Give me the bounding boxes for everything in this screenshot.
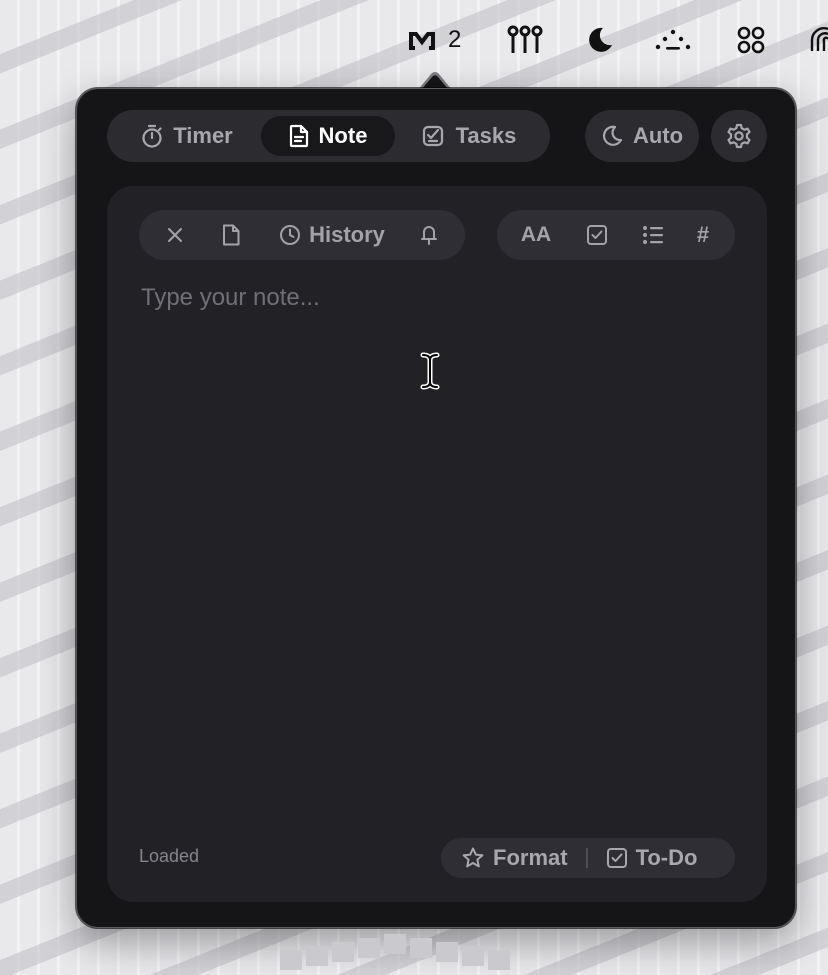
checkbox-icon bbox=[587, 225, 607, 245]
moon-icon bbox=[602, 125, 623, 146]
heading-button[interactable]: # bbox=[689, 210, 717, 260]
text-size-button[interactable]: AA bbox=[515, 210, 557, 260]
fingerprint-icon bbox=[810, 27, 828, 51]
insert-checkbox-button[interactable] bbox=[581, 210, 613, 260]
footer-divider bbox=[585, 848, 588, 868]
format-label: Format bbox=[493, 845, 568, 870]
menu-bar: 2 bbox=[400, 20, 828, 60]
bullet-list-button[interactable] bbox=[637, 210, 669, 260]
note-card: History AA # Type your note... Loaded Fo… bbox=[107, 186, 767, 902]
blank-document-icon bbox=[223, 224, 240, 246]
note-text-input[interactable] bbox=[141, 282, 731, 802]
four-circles-icon bbox=[737, 26, 765, 54]
stopwatch-icon bbox=[142, 124, 162, 148]
checkbox-icon bbox=[606, 848, 627, 868]
bullet-list-icon bbox=[643, 226, 663, 244]
tab-timer[interactable]: Timer bbox=[113, 116, 261, 156]
heading-label: # bbox=[696, 222, 710, 247]
clock-icon bbox=[280, 225, 301, 245]
format-toolbar: AA # bbox=[497, 210, 735, 260]
background-tiles bbox=[280, 934, 510, 970]
dots-arc-icon bbox=[655, 29, 691, 50]
note-actions-toolbar: History bbox=[139, 210, 465, 260]
save-status: Loaded bbox=[139, 846, 200, 866]
document-icon bbox=[289, 124, 308, 148]
bell-icon bbox=[421, 226, 437, 245]
checklist-icon bbox=[422, 125, 443, 147]
tab-tasks[interactable]: Tasks bbox=[395, 116, 543, 156]
pin-note-button[interactable] bbox=[413, 210, 445, 260]
popover-arrow bbox=[418, 72, 452, 90]
menubar-spaces-item[interactable]: 2 bbox=[408, 20, 461, 60]
tab-tasks-label: Tasks bbox=[455, 123, 517, 148]
spaces-m-icon bbox=[409, 32, 435, 50]
note-footer-actions: Format To-Do bbox=[441, 838, 735, 878]
history-label: History bbox=[309, 222, 385, 247]
mode-tabs: Timer Note Tasks bbox=[107, 110, 550, 162]
tab-timer-label: Timer bbox=[173, 123, 233, 148]
menubar-moon-item[interactable] bbox=[584, 20, 614, 60]
todo-label: To-Do bbox=[635, 845, 698, 870]
star-icon bbox=[462, 847, 484, 868]
settings-button[interactable] bbox=[711, 110, 767, 162]
note-popover: Timer Note Tasks Auto History AA # Type … bbox=[76, 88, 796, 928]
new-note-button[interactable] bbox=[215, 210, 247, 260]
spaces-count: 2 bbox=[448, 26, 462, 53]
text-size-label: AA bbox=[520, 223, 552, 246]
menubar-tools-item[interactable] bbox=[506, 20, 544, 60]
format-button[interactable]: Format bbox=[461, 838, 568, 878]
theme-auto-label: Auto bbox=[632, 123, 684, 148]
menubar-grid-item[interactable] bbox=[736, 20, 766, 60]
history-button[interactable]: History bbox=[273, 210, 391, 260]
crescent-moon-icon bbox=[589, 27, 612, 52]
tab-note[interactable]: Note bbox=[261, 116, 395, 156]
gear-icon bbox=[727, 123, 751, 149]
close-icon bbox=[168, 228, 182, 242]
theme-auto-button[interactable]: Auto bbox=[585, 110, 699, 162]
tools-icon bbox=[507, 25, 543, 53]
todo-button[interactable]: To-Do bbox=[606, 838, 698, 878]
close-note-button[interactable] bbox=[159, 210, 191, 260]
menubar-dots-item[interactable] bbox=[654, 20, 692, 60]
tab-note-label: Note bbox=[318, 123, 368, 148]
menubar-fingerprint-item[interactable] bbox=[810, 20, 828, 60]
